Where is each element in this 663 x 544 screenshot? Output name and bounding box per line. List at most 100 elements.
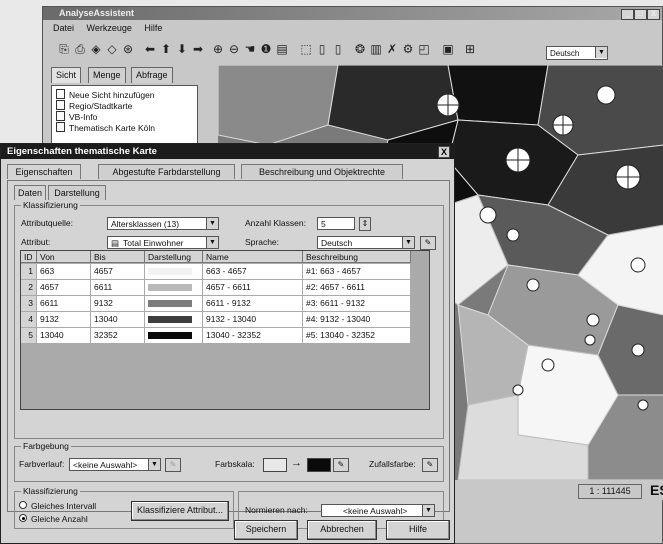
- chevron-down-icon: ▼: [148, 459, 160, 470]
- tab-abgestufte-farbdarstellung[interactable]: Abgestufte Farbdarstellung: [98, 164, 235, 179]
- table-cell-name[interactable]: 6611 - 9132: [203, 296, 303, 312]
- menu-hilfe[interactable]: Hilfe: [144, 23, 162, 33]
- tab-eigenschaften[interactable]: Eigenschaften: [7, 164, 81, 179]
- print-icon[interactable]: ⊞: [463, 42, 477, 56]
- random-color-icon[interactable]: ✎: [422, 458, 438, 472]
- table-cell-id[interactable]: 4: [21, 312, 37, 328]
- arrow-up-icon[interactable]: ⬆: [159, 42, 173, 56]
- table-cell-bis[interactable]: 4657: [91, 264, 145, 280]
- page-icon[interactable]: ▯: [331, 42, 345, 56]
- chart-icon[interactable]: ▥: [369, 42, 383, 56]
- table-cell-von[interactable]: 13040: [37, 328, 91, 344]
- list-item[interactable]: VB-Info: [56, 111, 97, 122]
- color-swatch-cell[interactable]: [145, 328, 203, 344]
- edit-scale-icon[interactable]: ✎: [333, 458, 349, 472]
- table-cell-bis[interactable]: 9132: [91, 296, 145, 312]
- table-cell-bis[interactable]: 13040: [91, 312, 145, 328]
- layer-icon[interactable]: ▯: [315, 42, 329, 56]
- sprache-select[interactable]: Deutsch ▼: [317, 236, 415, 249]
- tab-beschreibung[interactable]: Beschreibung und Objektrechte: [241, 164, 403, 179]
- table-cell-von[interactable]: 6611: [37, 296, 91, 312]
- edit-language-icon[interactable]: ✎: [420, 236, 436, 250]
- export-icon[interactable]: ▣: [441, 42, 455, 56]
- attribut-select[interactable]: ▤ Total Einwohner ▼: [107, 236, 219, 249]
- radio-gleiches-intervall[interactable]: Gleiches Intervall: [19, 500, 96, 512]
- classify-attribute-button[interactable]: Klassifiziere Attribut...: [131, 501, 229, 521]
- cancel-button[interactable]: Abbrechen: [307, 520, 377, 540]
- pan-hand-icon[interactable]: ☚: [243, 42, 257, 56]
- menu-datei[interactable]: Datei: [53, 23, 74, 33]
- table-cell-id[interactable]: 2: [21, 280, 37, 296]
- anzahl-klassen-stepper[interactable]: 5: [317, 217, 355, 230]
- normieren-select[interactable]: <keine Auswahl> ▼: [321, 504, 435, 517]
- properties-icon[interactable]: ◈: [89, 42, 103, 56]
- maximize-button[interactable]: □: [634, 9, 647, 20]
- open-icon[interactable]: ⎙: [73, 42, 87, 56]
- clear-icon[interactable]: ◇: [105, 42, 119, 56]
- info-icon[interactable]: ❶: [259, 42, 273, 56]
- table-cell-id[interactable]: 3: [21, 296, 37, 312]
- help-button[interactable]: Hilfe: [386, 520, 450, 540]
- table-cell-bis[interactable]: 32352: [91, 328, 145, 344]
- arrow-left-icon[interactable]: ⬅: [143, 42, 157, 56]
- table-icon[interactable]: ▤: [275, 42, 289, 56]
- tool-icon[interactable]: ✗: [385, 42, 399, 56]
- subtab-darstellung[interactable]: Darstellung: [48, 185, 106, 200]
- table-cell-desc[interactable]: #3: 6611 - 9132: [303, 296, 411, 312]
- column-header[interactable]: Darstellung: [145, 251, 203, 263]
- table-cell-id[interactable]: 5: [21, 328, 37, 344]
- list-item[interactable]: Neue Sicht hinzufügen: [56, 89, 155, 100]
- zoom-out-icon[interactable]: ⊖: [227, 42, 241, 56]
- color-swatch-cell[interactable]: [145, 264, 203, 280]
- spinner-icon[interactable]: ⇕: [359, 217, 371, 231]
- table-cell-bis[interactable]: 6611: [91, 280, 145, 296]
- app-close-button[interactable]: X: [647, 9, 660, 20]
- column-header[interactable]: Bis: [91, 251, 145, 263]
- farbskala-start-color[interactable]: [263, 458, 287, 472]
- table-cell-von[interactable]: 9132: [37, 312, 91, 328]
- table-cell-desc[interactable]: #4: 9132 - 13040: [303, 312, 411, 328]
- table-cell-name[interactable]: 663 - 4657: [203, 264, 303, 280]
- color-swatch-cell[interactable]: [145, 312, 203, 328]
- farbskala-end-color[interactable]: [307, 458, 331, 472]
- column-header[interactable]: Beschreibung: [303, 251, 411, 263]
- radio-gleiche-anzahl[interactable]: Gleiche Anzahl: [19, 513, 88, 525]
- table-cell-von[interactable]: 663: [37, 264, 91, 280]
- minimize-button[interactable]: _: [621, 9, 634, 20]
- attributquelle-select[interactable]: Altersklassen (13) ▼: [107, 217, 219, 230]
- query-icon[interactable]: ⚙: [401, 42, 415, 56]
- edit-gradient-icon[interactable]: ✎: [165, 458, 181, 472]
- list-item[interactable]: Thematisch Karte Köln: [56, 122, 155, 133]
- color-swatch-cell[interactable]: [145, 296, 203, 312]
- table-cell-name[interactable]: 13040 - 32352: [203, 328, 303, 344]
- new-view-icon[interactable]: ⎘: [57, 42, 71, 56]
- table-cell-desc[interactable]: #5: 13040 - 32352: [303, 328, 411, 344]
- table-cell-id[interactable]: 1: [21, 264, 37, 280]
- language-select[interactable]: Deutsch ▼: [546, 46, 608, 60]
- table-cell-name[interactable]: 9132 - 13040: [203, 312, 303, 328]
- tab-menge[interactable]: Menge: [88, 67, 126, 83]
- table-cell-name[interactable]: 4657 - 6611: [203, 280, 303, 296]
- table-cell-desc[interactable]: #2: 4657 - 6611: [303, 280, 411, 296]
- tab-sicht[interactable]: Sicht: [51, 67, 82, 83]
- list-item[interactable]: Regio/Stadtkarte: [56, 100, 132, 111]
- color-swatch-cell[interactable]: [145, 280, 203, 296]
- arrow-down-icon[interactable]: ⬇: [175, 42, 189, 56]
- tab-abfrage[interactable]: Abfrage: [131, 67, 173, 83]
- select-icon[interactable]: ⬚: [299, 42, 313, 56]
- table-cell-desc[interactable]: #1: 663 - 4657: [303, 264, 411, 280]
- menu-werkzeuge[interactable]: Werkzeuge: [87, 23, 132, 33]
- dialog-close-button[interactable]: X: [438, 146, 450, 158]
- navigate-icon[interactable]: ⊛: [121, 42, 135, 56]
- zoom-in-icon[interactable]: ⊕: [211, 42, 225, 56]
- column-header[interactable]: ID: [21, 251, 37, 263]
- globe-icon[interactable]: ❂: [353, 42, 367, 56]
- arrow-right-icon[interactable]: ➡: [191, 42, 205, 56]
- window-icon[interactable]: ◰: [417, 42, 431, 56]
- save-button[interactable]: Speichern: [234, 520, 298, 540]
- farbverlauf-select[interactable]: <keine Auswahl> ▼: [69, 458, 161, 471]
- column-header[interactable]: Von: [37, 251, 91, 263]
- table-cell-von[interactable]: 4657: [37, 280, 91, 296]
- column-header[interactable]: Name: [203, 251, 303, 263]
- subtab-daten[interactable]: Daten: [14, 185, 46, 200]
